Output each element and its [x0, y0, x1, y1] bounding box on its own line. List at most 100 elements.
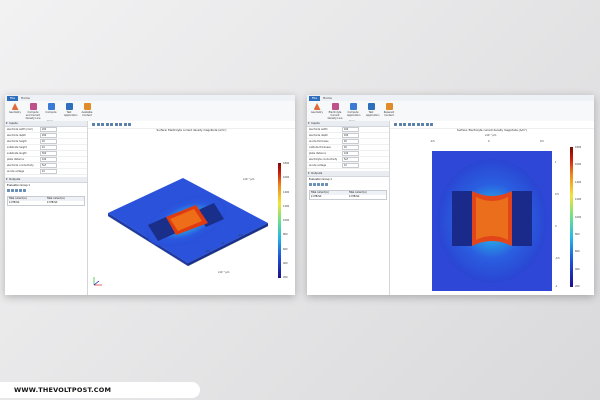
colorbar-tick: 800: [575, 232, 580, 236]
param-input[interactable]: 200: [342, 132, 359, 139]
param-input[interactable]: 10: [40, 144, 57, 151]
param-input[interactable]: 200: [40, 126, 57, 133]
geometry-label: Geometry: [9, 111, 21, 114]
table-tool-icon[interactable]: [321, 183, 324, 186]
zoom-icon[interactable]: [394, 123, 397, 126]
graphics-view[interactable]: Surface: Electrolyte current density mag…: [88, 121, 295, 295]
right-electrode: [512, 191, 532, 246]
param-input[interactable]: 100: [342, 150, 359, 157]
inputs-section-header[interactable]: Inputs: [307, 121, 389, 127]
left-electrode: [452, 191, 472, 246]
table-tool-icon[interactable]: [11, 189, 14, 192]
light-icon[interactable]: [119, 123, 122, 126]
camera-icon[interactable]: [425, 123, 429, 126]
axis-tick: 0: [555, 225, 557, 228]
param-input[interactable]: 20: [40, 138, 57, 145]
available-content-label: Available Content: [81, 111, 93, 117]
view-icon[interactable]: [416, 123, 420, 126]
table-tool-icon[interactable]: [7, 189, 10, 192]
inputs-section-header[interactable]: Inputs: [5, 121, 87, 127]
compute-application-button[interactable]: Compute Application: [346, 103, 360, 117]
compute-application-label: Compute Application: [347, 111, 361, 117]
settings-panel: Inputs electrode width 200 electrode dept…: [307, 121, 390, 295]
colorbar-tick: 1000: [575, 215, 582, 219]
available-content-button[interactable]: Available Content: [80, 103, 94, 117]
current-density-line-button[interactable]: Electrolyte Current Density Line: [328, 103, 342, 120]
zoom-icon[interactable]: [92, 123, 95, 126]
graphics-view[interactable]: Surface: Electrolyte current density mag…: [390, 121, 594, 295]
colorbar-ticks: 1800 1600 1400 1200 1000 800 600 400 200: [575, 146, 581, 288]
view-icon[interactable]: [114, 123, 118, 126]
colorbar-tick: 400: [575, 267, 580, 271]
param-name: anode thickness: [309, 140, 329, 143]
param-input[interactable]: 500: [40, 150, 57, 157]
param-input[interactable]: 100: [40, 156, 57, 163]
compute-icon: [29, 103, 37, 110]
light-icon[interactable]: [421, 123, 424, 126]
zoom-icon[interactable]: [398, 123, 402, 126]
test-app-icon: [367, 103, 375, 110]
rotate-icon[interactable]: [407, 123, 411, 126]
geometry-button[interactable]: Geometry: [310, 103, 324, 114]
table-row: 2.9787e4 2.9787e4: [310, 195, 386, 199]
colorbar-tick: 1400: [283, 190, 290, 194]
table-tool-icon[interactable]: [19, 189, 22, 192]
select-icon[interactable]: [412, 123, 415, 126]
param-input[interactable]: 5e7: [342, 156, 359, 163]
plot-title: Surface: Electrolyte current density mag…: [457, 129, 527, 132]
param-input[interactable]: 10: [40, 168, 57, 175]
axis-tick: 0: [222, 242, 224, 245]
print-icon[interactable]: [430, 123, 433, 126]
table-toolbar: [307, 182, 389, 189]
axis-unit: x10⁻³ μm: [243, 178, 255, 181]
param-input[interactable]: 10: [342, 162, 359, 169]
table-tool-icon[interactable]: [325, 183, 328, 186]
test-application-button[interactable]: Test Application: [364, 103, 380, 117]
table-tool-icon[interactable]: [317, 183, 320, 186]
print-icon[interactable]: [128, 123, 131, 126]
param-input[interactable]: 20: [342, 144, 359, 151]
outputs-section-header[interactable]: Outputs: [307, 171, 389, 177]
current-density-line-label: Electrolyte Current Density Line: [327, 111, 343, 120]
colorbar-tick: 200: [283, 276, 288, 279]
param-name: substrate length: [7, 152, 27, 155]
rotate-icon[interactable]: [105, 123, 109, 126]
zoom-icon[interactable]: [96, 123, 100, 126]
table-cell: 2.9787e4: [311, 195, 322, 198]
geometry-button[interactable]: Geometry: [8, 103, 22, 114]
compute-label: Compute: [45, 111, 57, 114]
axis-tick: 0.5: [555, 193, 559, 196]
test-application-label: Test Application: [366, 111, 380, 117]
relevant-content-button[interactable]: Relevant Content: [382, 103, 396, 117]
equals-icon: [349, 103, 357, 110]
colorbar-tick: 400: [283, 261, 288, 265]
axis-tick: -0.5: [238, 234, 243, 237]
table-tool-icon[interactable]: [309, 183, 312, 186]
table-tool-icon[interactable]: [313, 183, 316, 186]
outputs-section-header[interactable]: Outputs: [5, 177, 87, 183]
param-input[interactable]: 200: [40, 132, 57, 139]
colorbar: [278, 163, 281, 278]
zoom-extents-icon[interactable]: [403, 123, 406, 126]
param-name: electrode conductivity: [7, 164, 34, 167]
param-name: anode voltage: [7, 170, 25, 173]
zoom-extents-icon[interactable]: [101, 123, 104, 126]
param-input[interactable]: 5e7: [40, 162, 57, 169]
test-application-button[interactable]: Test Application: [62, 103, 77, 117]
colorbar-tick: 1200: [283, 204, 290, 208]
colorbar-tick: 1800: [283, 162, 290, 165]
param-row: anode voltage 10: [5, 168, 87, 175]
colorbar-tick: 1000: [283, 219, 290, 222]
param-input[interactable]: 20: [342, 138, 359, 145]
param-input[interactable]: 200: [342, 126, 359, 133]
compute-line-button[interactable]: Compute and Current Density Line: [26, 103, 40, 120]
camera-icon[interactable]: [123, 123, 127, 126]
compute-button[interactable]: Compute: [44, 103, 58, 114]
colorbar-tick: 600: [575, 250, 580, 254]
select-icon[interactable]: [110, 123, 113, 126]
geometry-icon: [313, 103, 321, 110]
table-tool-icon[interactable]: [23, 189, 26, 192]
table-tool-icon[interactable]: [15, 189, 18, 192]
axis-unit: x10⁻³ μm: [485, 134, 497, 137]
colorbar-tick: 200: [575, 285, 580, 288]
